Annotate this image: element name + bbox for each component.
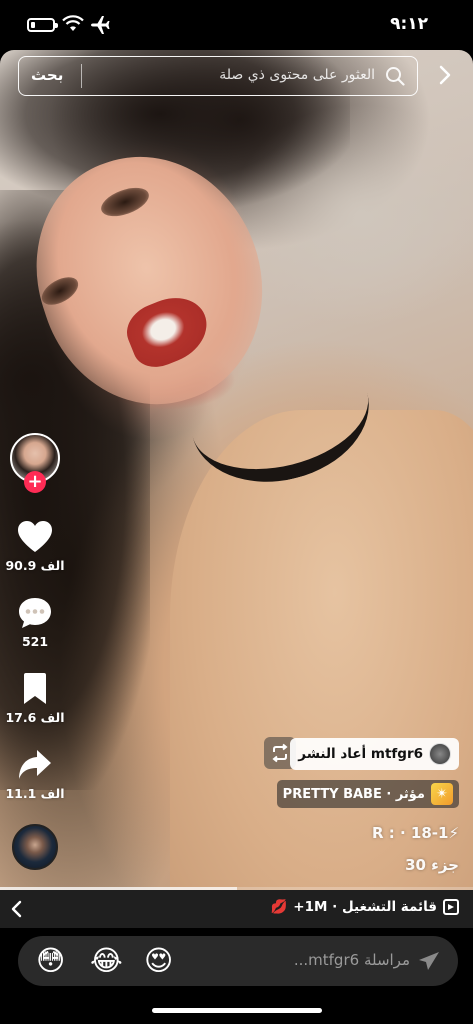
battery-level-fill xyxy=(31,22,35,28)
save-button[interactable]: 17.6 الف xyxy=(0,672,70,725)
like-button[interactable]: 90.9 الف xyxy=(0,520,70,573)
repost-avatar xyxy=(429,743,451,765)
battery-icon xyxy=(27,18,58,32)
playlist-bar[interactable]: قائمة التشغيل · 1M+ 💋 xyxy=(0,890,473,928)
repost-tag[interactable]: mtfgr6 أعاد النشر xyxy=(290,738,459,770)
follow-button[interactable]: + xyxy=(24,471,46,493)
message-input[interactable]: مراسلة mtfgr6... 😍 😂 😳 xyxy=(18,936,458,986)
playlist-label: قائمة التشغيل · 1M+ 💋 xyxy=(270,899,459,915)
search-icon xyxy=(386,67,405,86)
home-indicator xyxy=(152,1008,322,1013)
kiss-emoji: 💋 xyxy=(270,899,288,915)
music-disc[interactable] xyxy=(12,824,58,870)
send-icon[interactable] xyxy=(418,951,440,971)
comment-button[interactable]: 521 xyxy=(0,596,70,649)
share-count: 11.1 الف xyxy=(5,786,65,801)
repost-text: mtfgr6 أعاد النشر xyxy=(298,746,423,762)
effect-icon: ✴ xyxy=(431,783,453,805)
chevron-right-icon[interactable] xyxy=(438,64,452,86)
playlist-icon xyxy=(443,899,459,915)
emoji-laughing[interactable]: 😂 xyxy=(90,945,123,977)
emoji-flushed[interactable]: 😳 xyxy=(36,945,65,977)
chevron-left-icon[interactable] xyxy=(10,899,24,919)
effect-label: مؤثر · PRETTY BABE xyxy=(282,786,425,802)
search-divider xyxy=(81,64,82,88)
bottom-area: مراسلة mtfgr6... 😍 😂 😳 xyxy=(0,928,473,1024)
effect-tag[interactable]: ✴ مؤثر · PRETTY BABE xyxy=(276,780,459,808)
bookmark-icon xyxy=(24,673,46,704)
share-icon xyxy=(19,750,51,779)
status-time: ٩:١٢ xyxy=(390,14,428,34)
save-count: 17.6 الف xyxy=(5,710,65,725)
search-bar[interactable]: بحث العثور على محتوى ذي صلة xyxy=(18,56,418,96)
like-count: 90.9 الف xyxy=(5,558,65,573)
heart-icon xyxy=(18,521,52,552)
caption-line-2: جزء 30 xyxy=(405,856,459,874)
search-button[interactable]: بحث xyxy=(31,66,63,84)
status-bar: ٩:١٢ xyxy=(0,0,473,50)
airplane-icon xyxy=(91,16,110,34)
search-input[interactable]: العثور على محتوى ذي صلة xyxy=(219,67,375,83)
share-button[interactable]: 11.1 الف xyxy=(0,748,70,801)
emoji-heart-eyes[interactable]: 😍 xyxy=(144,945,173,977)
comment-icon xyxy=(19,598,51,628)
comment-count: 521 xyxy=(21,634,49,649)
video-shirt xyxy=(170,410,473,890)
message-placeholder: مراسلة mtfgr6... xyxy=(293,951,410,969)
wifi-icon xyxy=(62,15,84,31)
caption-line-1: ⚡R : · 18-1 xyxy=(372,824,459,842)
playlist-text: قائمة التشغيل · 1M+ xyxy=(293,899,437,915)
